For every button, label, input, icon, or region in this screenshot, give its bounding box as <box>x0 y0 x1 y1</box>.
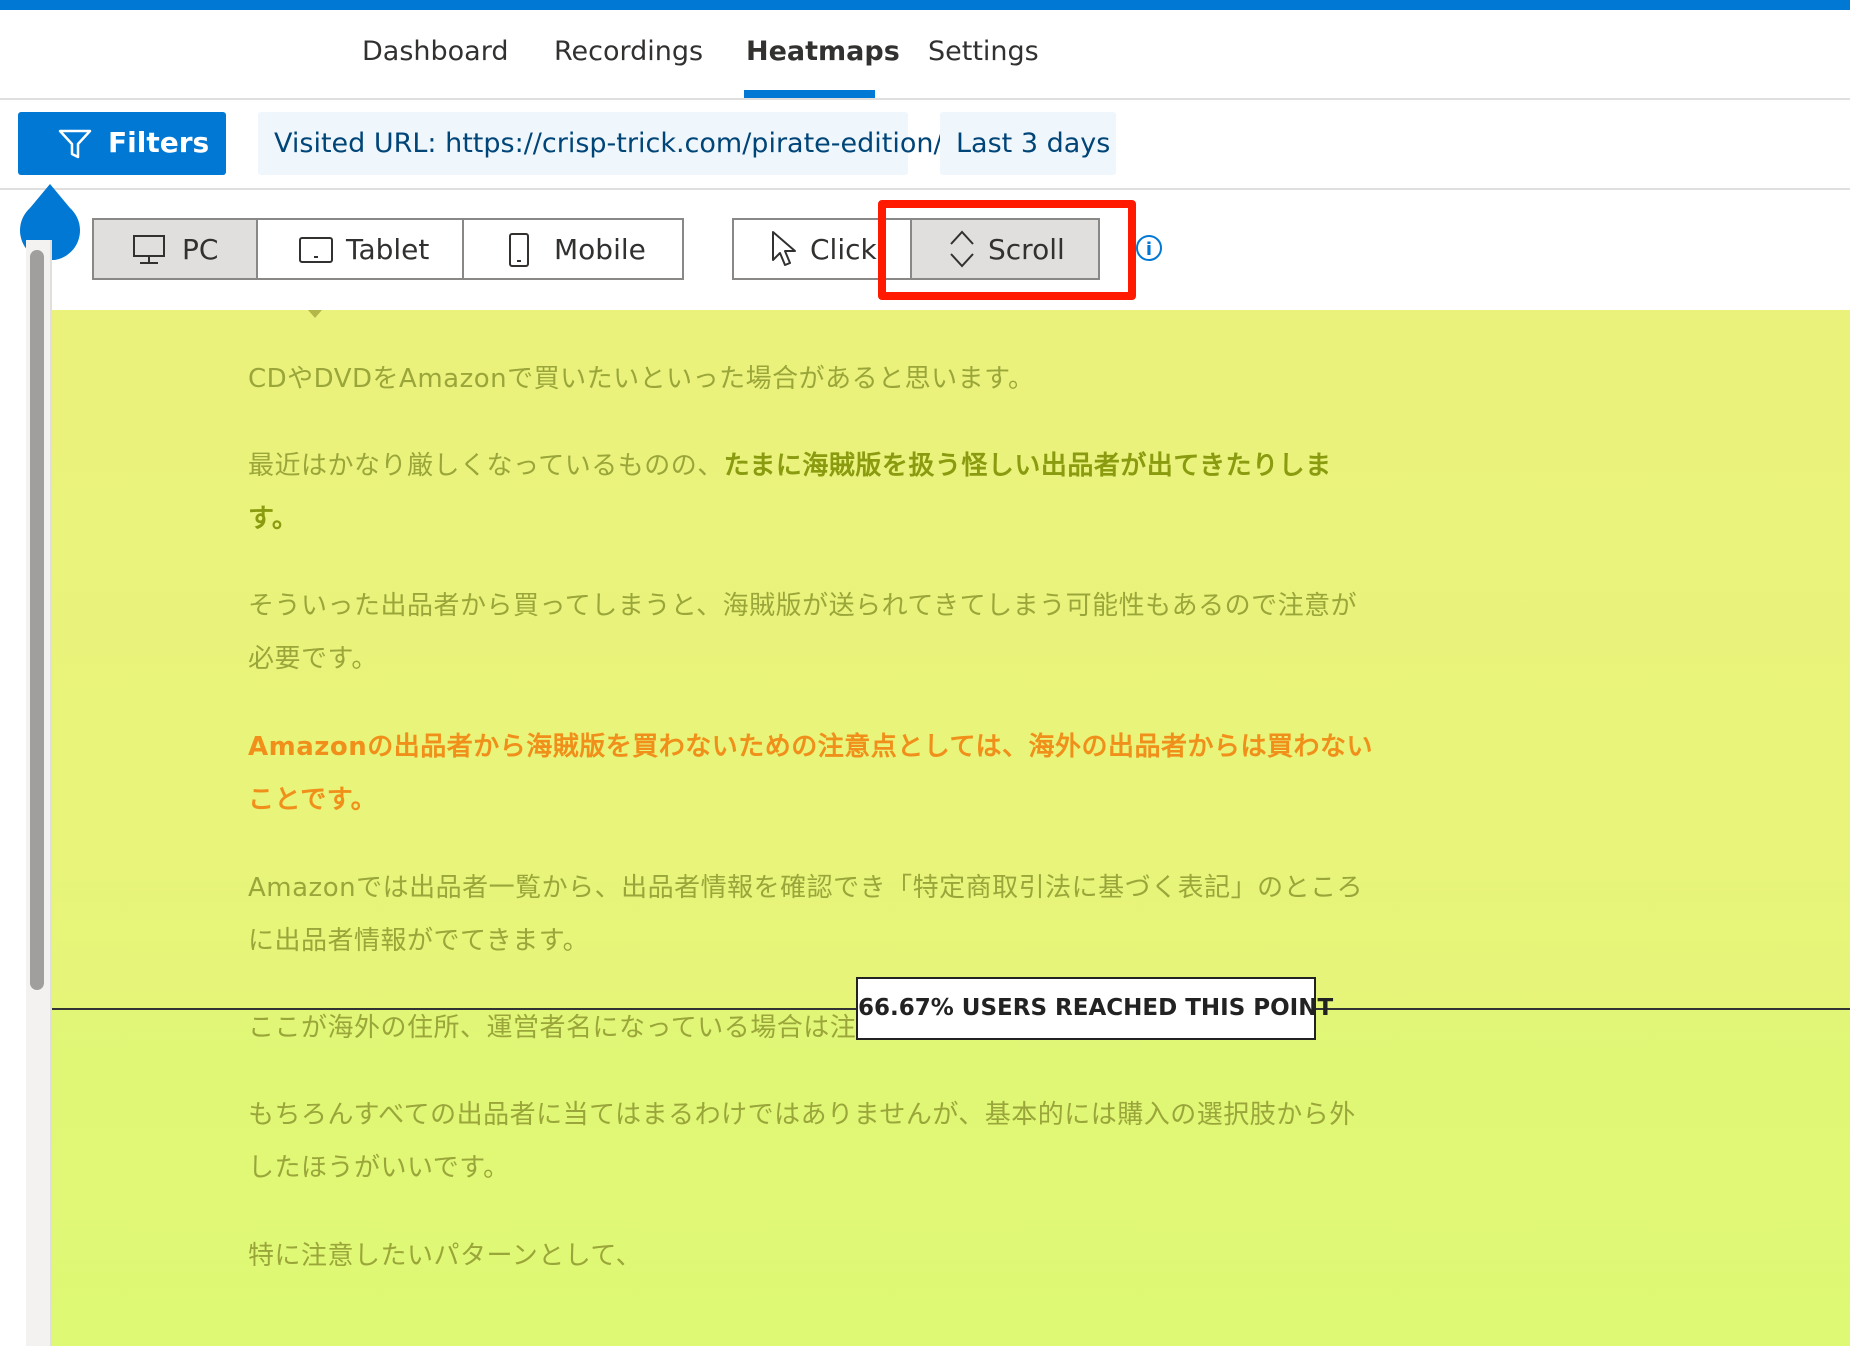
tab-recordings[interactable]: Recordings <box>554 36 703 67</box>
mode-scroll-label: Scroll <box>988 233 1065 266</box>
date-range-chip[interactable]: Last 3 days <box>940 112 1116 175</box>
active-tab-indicator <box>744 90 875 98</box>
paragraph-5: Amazonでは出品者一覧から、出品者情報を確認でき「特定商取引法に基づく表記」… <box>248 873 1364 956</box>
scroll-reach-marker[interactable]: 66.67% USERS REACHED THIS POINT <box>856 977 1333 1040</box>
filter-bar: Filters Visited URL: https://crisp-trick… <box>0 100 1850 190</box>
scroll-icon <box>950 230 974 268</box>
filter-icon <box>58 129 92 159</box>
paragraph-2: 最近はかなり厳しくなっているものの、たまに海賊版を扱う怪しい出品者が出てきたりし… <box>248 440 1378 546</box>
mode-click-label: Click <box>810 233 877 266</box>
paragraph-2-text: 最近はかなり厳しくなっているものの、 <box>248 451 724 481</box>
top-accent-bar <box>0 0 1850 10</box>
info-icon[interactable]: i <box>1136 235 1162 261</box>
paragraph-1: CDやDVDをAmazonで買いたいといった場合があると思います。 <box>248 364 1035 394</box>
tablet-icon <box>299 237 333 263</box>
heatmap-toolbar: PC Tablet Mobile Click Scroll <box>0 190 1850 310</box>
collapse-caret-icon <box>308 310 322 318</box>
mobile-icon <box>509 233 529 267</box>
desktop-icon <box>133 235 165 264</box>
paragraph-4-highlight: Amazonの出品者から海賊版を買わないための注意点としては、海外の出品者からは… <box>248 732 1373 815</box>
paragraph-3: そういった出品者から買ってしまうと、海賊版が送られてきてしまう可能性もあるので注… <box>248 591 1358 674</box>
paragraph-8: 特に注意したいパターンとして、 <box>248 1241 643 1271</box>
scrollbar-thumb[interactable] <box>30 250 44 990</box>
mode-scroll-button[interactable]: Scroll <box>910 218 1100 280</box>
device-mobile-button[interactable]: Mobile <box>462 218 684 280</box>
device-pc-label: PC <box>182 233 219 266</box>
visited-url-chip[interactable]: Visited URL: https://crisp-trick.com/pir… <box>258 112 943 175</box>
cursor-icon <box>772 231 796 266</box>
tab-settings[interactable]: Settings <box>928 36 1039 67</box>
device-mobile-label: Mobile <box>554 233 646 266</box>
device-tablet-label: Tablet <box>346 233 430 266</box>
device-tablet-button[interactable]: Tablet <box>256 218 464 280</box>
mode-click-button[interactable]: Click <box>732 218 914 280</box>
tab-dashboard[interactable]: Dashboard <box>362 36 508 67</box>
filters-button[interactable]: Filters <box>18 112 226 175</box>
filters-label: Filters <box>108 126 210 159</box>
device-pc-button[interactable]: PC <box>92 218 258 280</box>
paragraph-7: もちろんすべての出品者に当てはまるわけではありませんが、基本的には購入の選択肢か… <box>248 1100 1356 1183</box>
tab-heatmaps[interactable]: Heatmaps <box>746 36 900 67</box>
main-nav: Dashboard Recordings Heatmaps Settings <box>0 10 1850 100</box>
